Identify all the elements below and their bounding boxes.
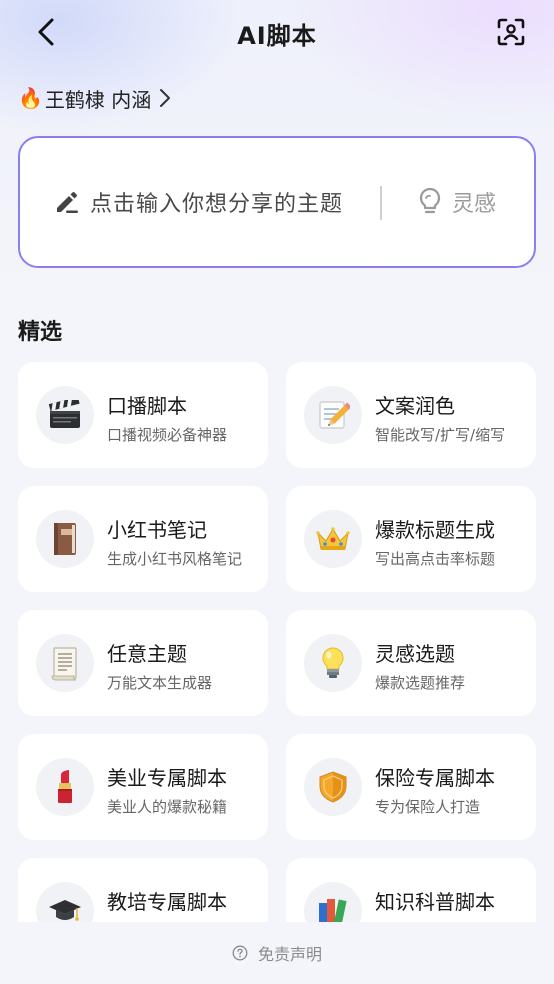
scroll-icon xyxy=(36,634,94,692)
notebook-icon xyxy=(36,510,94,568)
hot-topic-link[interactable]: 🔥 王鹤棣 内涵 xyxy=(18,84,171,112)
fire-icon: 🔥 xyxy=(18,86,43,110)
card-title: 保险专属脚本 xyxy=(375,766,495,790)
memo-pencil-icon xyxy=(304,386,362,444)
chevron-left-icon xyxy=(38,18,54,46)
light-bulb-outline-icon xyxy=(418,187,444,217)
template-card-copy-polish[interactable]: 文案润色 智能改写/扩写/缩写 xyxy=(286,362,536,468)
input-divider xyxy=(380,186,382,220)
card-subtitle: 万能文本生成器 xyxy=(107,674,213,692)
lipstick-icon xyxy=(36,758,94,816)
card-subtitle: 美业人的爆款秘籍 xyxy=(107,798,228,816)
card-subtitle: 专为保险人打造 xyxy=(375,798,481,816)
page-title: AI脚本 xyxy=(237,21,317,50)
topic-input-placeholder: 点击输入你想分享的主题 xyxy=(90,192,344,217)
card-subtitle: 写出高点击率标题 xyxy=(375,550,496,568)
back-button[interactable] xyxy=(30,16,62,48)
template-card-viral-title[interactable]: 爆款标题生成 写出高点击率标题 xyxy=(286,486,536,592)
card-title: 教培专属脚本 xyxy=(107,890,227,914)
template-card-beauty[interactable]: 美业专属脚本 美业人的爆款秘籍 xyxy=(18,734,268,840)
card-subtitle: 智能改写/扩写/缩写 xyxy=(375,426,506,444)
scan-icon xyxy=(497,18,525,46)
hot-topic-label: 王鹤棣 内涵 xyxy=(44,87,152,112)
topic-input-card: 点击输入你想分享的主题 灵感 xyxy=(18,136,536,268)
inspiration-label: 灵感 xyxy=(452,192,497,217)
template-card-xiaohongshu[interactable]: 小红书笔记 生成小红书风格笔记 xyxy=(18,486,268,592)
card-title: 爆款标题生成 xyxy=(375,518,495,542)
inspiration-button[interactable]: 灵感 xyxy=(418,138,496,266)
topic-input[interactable]: 点击输入你想分享的主题 xyxy=(54,138,343,266)
card-subtitle: 口播视频必备神器 xyxy=(107,426,228,444)
card-title: 口播脚本 xyxy=(107,394,187,418)
template-card-koubo[interactable]: 口播脚本 口播视频必备神器 xyxy=(18,362,268,468)
card-subtitle: 爆款选题推荐 xyxy=(375,674,466,692)
disclaimer-link[interactable]: 免责声明 xyxy=(0,922,554,984)
card-title: 小红书笔记 xyxy=(107,518,207,542)
clapperboard-icon xyxy=(36,386,94,444)
crown-icon xyxy=(304,510,362,568)
template-card-insurance[interactable]: 保险专属脚本 专为保险人打造 xyxy=(286,734,536,840)
card-title: 灵感选题 xyxy=(375,642,455,666)
top-bar: AI脚本 xyxy=(0,0,554,66)
light-bulb-icon xyxy=(304,634,362,692)
chevron-right-icon xyxy=(159,88,171,108)
section-title: 精选 xyxy=(18,320,63,345)
card-subtitle: 生成小红书风格笔记 xyxy=(107,550,243,568)
info-icon xyxy=(232,944,250,962)
edit-icon xyxy=(54,188,82,216)
shield-icon xyxy=(304,758,362,816)
template-card-any-topic[interactable]: 任意主题 万能文本生成器 xyxy=(18,610,268,716)
card-title: 知识科普脚本 xyxy=(375,890,495,914)
card-title: 美业专属脚本 xyxy=(107,766,227,790)
scan-button[interactable] xyxy=(496,16,526,48)
card-title: 文案润色 xyxy=(375,394,455,418)
card-title: 任意主题 xyxy=(107,642,187,666)
template-card-inspiration[interactable]: 灵感选题 爆款选题推荐 xyxy=(286,610,536,716)
disclaimer-label: 免责声明 xyxy=(257,945,322,964)
